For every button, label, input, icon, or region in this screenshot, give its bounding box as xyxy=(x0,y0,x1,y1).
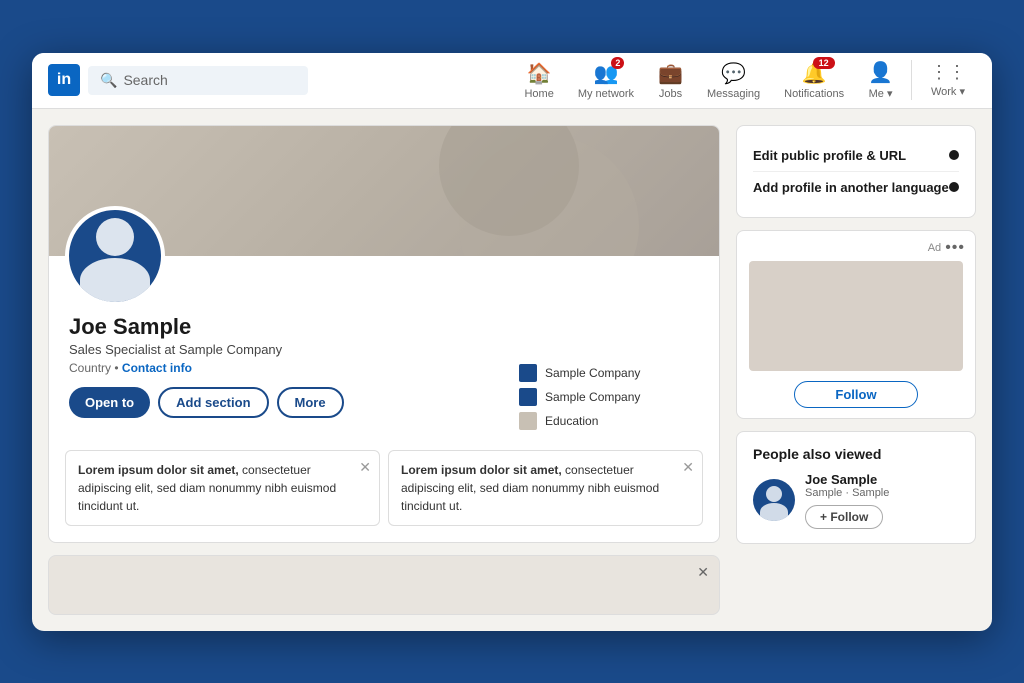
person-name-1: Joe Sample xyxy=(805,472,959,487)
avatar-person-shape xyxy=(69,210,161,302)
work-icon: ⋮⋮ xyxy=(930,62,966,83)
profile-body: Joe Sample Sales Specialist at Sample Co… xyxy=(49,256,719,446)
person-avatar-body xyxy=(760,503,788,521)
exp-label-2: Sample Company xyxy=(545,390,640,404)
nav-jobs-label: Jobs xyxy=(659,88,682,100)
nav-network-label: My network xyxy=(578,88,634,100)
avatar-body xyxy=(80,258,150,302)
nav-notifications-label: Notifications xyxy=(784,88,844,100)
person-sub-1: Sample · Sample xyxy=(805,487,959,499)
nav-home-label: Home xyxy=(524,88,553,100)
ad-options-button[interactable]: ••• xyxy=(945,239,965,257)
nav-work-label: Work ▾ xyxy=(931,85,965,98)
profile-link-1-row[interactable]: Edit public profile & URL xyxy=(753,140,959,172)
notif-1-bold: Lorem ipsum dolor sit amet, xyxy=(78,463,239,477)
more-button[interactable]: More xyxy=(277,387,344,418)
profile-info: Joe Sample Sales Specialist at Sample Co… xyxy=(69,314,503,430)
notif-close-2[interactable]: ✕ xyxy=(682,457,694,478)
open-to-button[interactable]: Open to xyxy=(69,387,150,418)
person-avatar-head xyxy=(766,486,782,502)
nav-notifications[interactable]: 🔔12 Notifications xyxy=(774,57,854,104)
exp-color-2 xyxy=(519,388,537,406)
profile-title: Sales Specialist at Sample Company xyxy=(69,342,503,357)
location-text: Country xyxy=(69,361,111,375)
main-column: Joe Sample Sales Specialist at Sample Co… xyxy=(48,125,720,615)
exp-color-1 xyxy=(519,364,537,382)
dot-icon-1 xyxy=(949,150,959,160)
nav-work[interactable]: ⋮⋮ Work ▾ xyxy=(920,58,976,102)
search-placeholder: Search xyxy=(123,72,167,88)
notif-card-2: ✕ Lorem ipsum dolor sit amet, consectetu… xyxy=(388,450,703,526)
nav-jobs[interactable]: 💼 Jobs xyxy=(648,57,693,104)
profile-link-2-row[interactable]: Add profile in another language xyxy=(753,172,959,203)
people-also-viewed-title: People also viewed xyxy=(753,446,959,462)
exp-item-1: Sample Company xyxy=(519,364,699,382)
search-bar[interactable]: 🔍 Search xyxy=(88,66,308,95)
profile-card: Joe Sample Sales Specialist at Sample Co… xyxy=(48,125,720,543)
notif-card-1: ✕ Lorem ipsum dolor sit amet, consectetu… xyxy=(65,450,380,526)
ad-follow-button[interactable]: Follow xyxy=(794,381,917,408)
experience-mini: Sample Company Sample Company Education xyxy=(519,364,699,430)
exp-label-1: Sample Company xyxy=(545,366,640,380)
avatar-head xyxy=(96,218,134,256)
profile-link-1-label: Edit public profile & URL xyxy=(753,148,906,163)
exp-label-3: Education xyxy=(545,414,598,428)
person-info-1: Joe Sample Sample · Sample + Follow xyxy=(805,472,959,529)
nav-messaging-label: Messaging xyxy=(707,88,760,100)
right-column: Edit public profile & URL Add profile in… xyxy=(736,125,976,615)
ad-label: Ad xyxy=(928,242,941,254)
bottom-card-close[interactable]: ✕ xyxy=(697,564,709,581)
profile-links-widget: Edit public profile & URL Add profile in… xyxy=(736,125,976,218)
nav-me-label: Me ▾ xyxy=(869,87,893,100)
network-icon: 👥2 xyxy=(593,61,618,86)
jobs-icon: 💼 xyxy=(658,61,683,86)
browser-window: in 🔍 Search 🏠 Home 👥2 My network 💼 Jobs … xyxy=(32,53,992,631)
avatar-wrap xyxy=(65,206,165,306)
navbar: in 🔍 Search 🏠 Home 👥2 My network 💼 Jobs … xyxy=(32,53,992,109)
main-area: Joe Sample Sales Specialist at Sample Co… xyxy=(32,109,992,631)
messaging-icon: 💬 xyxy=(721,61,746,86)
dot-icon-2 xyxy=(949,182,959,192)
person-follow-button-1[interactable]: + Follow xyxy=(805,505,883,529)
profile-link-2-label: Add profile in another language xyxy=(753,180,949,195)
add-section-button[interactable]: Add section xyxy=(158,387,268,418)
exp-color-3 xyxy=(519,412,537,430)
bottom-card: ✕ xyxy=(48,555,720,615)
exp-item-3: Education xyxy=(519,412,699,430)
home-icon: 🏠 xyxy=(527,61,552,86)
nav-me[interactable]: 👤 Me ▾ xyxy=(858,56,903,104)
exp-item-2: Sample Company xyxy=(519,388,699,406)
ad-card: Ad ••• Follow xyxy=(736,230,976,419)
people-also-viewed-card: People also viewed Joe Sample Sample · S… xyxy=(736,431,976,544)
profile-actions: Open to Add section More xyxy=(69,387,503,418)
person-avatar-1 xyxy=(753,479,795,521)
nav-links: 🏠 Home 👥2 My network 💼 Jobs 💬 Messaging … xyxy=(514,56,976,104)
profile-location: Country • Contact info xyxy=(69,361,503,375)
ad-header: Ad ••• xyxy=(737,231,975,261)
search-icon: 🔍 xyxy=(100,72,117,89)
contact-info-link[interactable]: Contact info xyxy=(122,361,192,375)
notification-cards: ✕ Lorem ipsum dolor sit amet, consectetu… xyxy=(49,446,719,542)
nav-messaging[interactable]: 💬 Messaging xyxy=(697,57,770,104)
person-avatar-inner xyxy=(753,479,795,521)
person-row-1: Joe Sample Sample · Sample + Follow xyxy=(753,472,959,529)
profile-name: Joe Sample xyxy=(69,314,503,340)
network-badge: 2 xyxy=(611,57,624,69)
avatar xyxy=(65,206,165,306)
location-separator: • xyxy=(114,361,122,375)
ad-image xyxy=(749,261,963,371)
notifications-icon: 🔔12 xyxy=(802,61,827,86)
linkedin-logo[interactable]: in xyxy=(48,64,80,96)
me-icon: 👤 xyxy=(868,60,893,85)
notif-close-1[interactable]: ✕ xyxy=(359,457,371,478)
nav-network[interactable]: 👥2 My network xyxy=(568,57,644,104)
notifications-badge: 12 xyxy=(813,57,835,69)
notif-2-bold: Lorem ipsum dolor sit amet, xyxy=(401,463,562,477)
nav-home[interactable]: 🏠 Home xyxy=(514,57,563,104)
